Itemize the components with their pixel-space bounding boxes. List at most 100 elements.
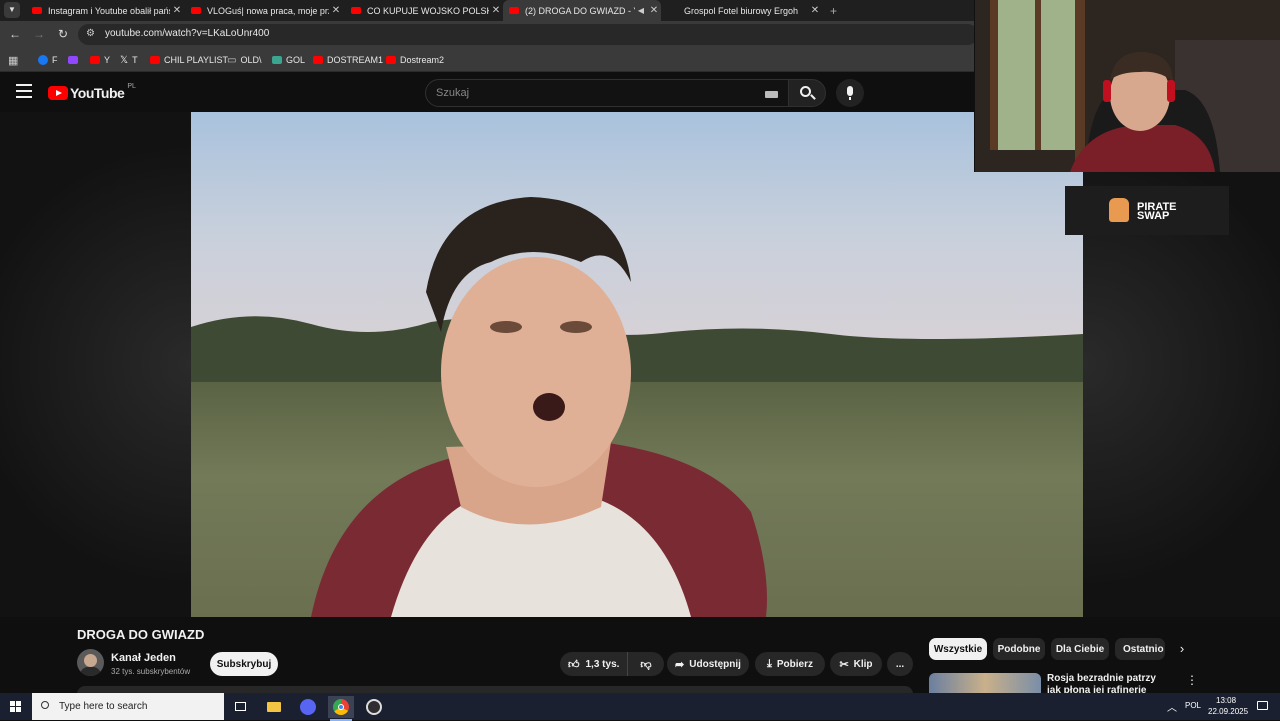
forward-icon[interactable]: →: [31, 26, 47, 42]
tab-title: CO KUPUJE WOJSKO POLSKIE?: [367, 5, 489, 16]
video-frame-image: [191, 112, 1083, 617]
discord-icon[interactable]: [297, 696, 319, 718]
webcam-image: [975, 0, 1280, 172]
task-view-icon[interactable]: [230, 696, 252, 718]
youtube-favicon-icon: [351, 7, 361, 14]
facebook-icon: [38, 55, 48, 65]
youtube-icon: [90, 56, 100, 64]
clip-button[interactable]: ✂ Klip: [830, 652, 882, 676]
voice-search-button[interactable]: [836, 79, 864, 107]
youtube-favicon-icon: [191, 7, 201, 14]
search-icon: [41, 701, 49, 709]
like-dislike-group: 👍︎ 1,3 tys. 👎︎: [560, 652, 664, 676]
windows-taskbar: Type here to search ︿ POL 13:08 22.09.20…: [0, 693, 1280, 721]
youtube-play-icon: [48, 86, 68, 100]
gol-icon: [272, 56, 282, 64]
hamburger-menu-icon[interactable]: [16, 84, 32, 98]
tab-instagram-youtube[interactable]: Instagram i Youtube obalił pańs ✕: [26, 0, 184, 21]
youtube-icon: [313, 56, 323, 64]
bookmark-folder-old[interactable]: ▭ OLD\: [227, 53, 261, 67]
youtube-logo[interactable]: YouTube PL: [48, 83, 136, 101]
youtube-icon: [386, 56, 396, 64]
sponsor-banner[interactable]: PIRATE SWAP: [1065, 186, 1229, 235]
twitch-icon: [68, 56, 78, 64]
youtube-favicon-icon: [32, 7, 42, 14]
recommended-thumbnail[interactable]: [929, 673, 1041, 695]
keyboard-icon[interactable]: [765, 91, 778, 98]
tab-wojsko[interactable]: CO KUPUJE WOJSKO POLSKIE? ✕: [345, 0, 503, 21]
windows-start-icon[interactable]: [10, 701, 22, 713]
thumbs-up-icon: 👍︎: [568, 658, 580, 671]
search-button[interactable]: [788, 79, 826, 107]
tab-vlogus[interactable]: VLOGuś| nowa praca, moje prze ✕: [185, 0, 343, 21]
chips-next-icon[interactable]: ›: [1174, 641, 1190, 657]
subscriber-count: 32 tys. subskrybentów: [111, 667, 191, 676]
webcam-overlay: [974, 0, 1280, 172]
chip-wszystkie[interactable]: Wszystkie: [929, 638, 987, 660]
share-icon: ➦: [675, 658, 685, 671]
chip-ostatnio[interactable]: Ostatnio: [1115, 638, 1165, 660]
chrome-icon[interactable]: [328, 696, 354, 721]
new-tab-button[interactable]: +: [824, 0, 844, 21]
tab-grospol[interactable]: Grospol Fotel biurowy Ergoh ✕: [664, 0, 822, 21]
subscribe-button[interactable]: Subskrybuj: [210, 652, 278, 676]
x-logo-icon: 𝕏: [120, 54, 129, 66]
file-explorer-icon[interactable]: [263, 696, 285, 718]
ambient-glow-left: [0, 112, 191, 617]
like-button[interactable]: 👍︎ 1,3 tys.: [560, 652, 628, 676]
bookmark-twitch[interactable]: [68, 53, 82, 67]
tray-expand-icon[interactable]: ︿: [1167, 699, 1177, 714]
youtube-favicon-icon: [509, 7, 519, 14]
close-tab-icon[interactable]: ✕: [170, 5, 184, 16]
bookmark-x[interactable]: 𝕏T: [120, 53, 138, 67]
bookmark-dostream1[interactable]: DOSTREAM1: [313, 53, 383, 67]
tab-title: Grospol Fotel biurowy Ergoh: [684, 5, 799, 16]
video-player[interactable]: [191, 112, 1083, 617]
recommended-menu-icon[interactable]: ⋮: [1186, 673, 1198, 687]
taskbar-search-input[interactable]: Type here to search: [32, 693, 224, 720]
youtube-icon: [150, 56, 160, 64]
tab-title: VLOGuś| nowa praca, moje prze: [207, 5, 329, 16]
tab-droga-do-gwiazd[interactable]: (2) DROGA DO GWIAZD - Y ◀ ✕: [503, 0, 661, 21]
dislike-button[interactable]: 👎︎: [628, 652, 664, 676]
tab-search-icon[interactable]: ▼: [4, 2, 20, 18]
bookmark-chil-playlist[interactable]: CHIL PLAYLIST: [150, 53, 228, 67]
close-tab-icon[interactable]: ✕: [489, 5, 503, 16]
bookmark-dostream2[interactable]: Dostream2: [386, 53, 444, 67]
pirate-logo-icon: [1109, 198, 1129, 222]
apps-grid-icon[interactable]: ▦: [8, 53, 18, 67]
microphone-icon: [847, 86, 853, 96]
search-input[interactable]: Szukaj: [425, 79, 789, 107]
tab-title: (2) DROGA DO GWIAZD - Y: [525, 5, 635, 16]
url-text: youtube.com/watch?v=LKaLoUnr400: [105, 28, 270, 39]
bookmark-gol[interactable]: GOL: [272, 53, 305, 67]
channel-avatar[interactable]: [77, 649, 104, 676]
bookmark-facebook[interactable]: F: [38, 53, 58, 67]
more-actions-button[interactable]: ...: [887, 652, 913, 676]
close-tab-icon[interactable]: ✕: [808, 5, 822, 16]
omnibox[interactable]: ⚙ youtube.com/watch?v=LKaLoUnr400: [78, 24, 978, 45]
language-indicator[interactable]: POL: [1185, 701, 1201, 710]
recommended-title[interactable]: Rosja bezradnie patrzy jak płoną jej raf…: [1047, 673, 1167, 693]
thumbs-down-icon: 👎︎: [640, 658, 652, 671]
clock-time[interactable]: 13:08: [1216, 696, 1236, 705]
site-info-icon[interactable]: ⚙: [86, 28, 95, 39]
close-tab-icon[interactable]: ✕: [647, 5, 661, 16]
chip-dla-ciebie[interactable]: Dla Ciebie: [1051, 638, 1109, 660]
bookmark-youtube[interactable]: Y: [90, 53, 110, 67]
share-button[interactable]: ➦ Udostępnij: [667, 652, 749, 676]
obs-icon[interactable]: [363, 696, 385, 718]
video-title: DROGA DO GWIAZD: [77, 627, 205, 642]
reload-icon[interactable]: ↻: [55, 26, 71, 42]
chip-podobne[interactable]: Podobne: [993, 638, 1045, 660]
close-tab-icon[interactable]: ✕: [329, 5, 343, 16]
clock-date[interactable]: 22.09.2025: [1208, 707, 1248, 716]
download-button[interactable]: ⤓ Pobierz: [755, 652, 825, 676]
tab-title: Instagram i Youtube obalił pańs: [48, 5, 170, 16]
back-icon[interactable]: ←: [7, 26, 23, 42]
notifications-icon[interactable]: [1257, 701, 1268, 710]
folder-icon: ▭: [227, 54, 237, 66]
speaker-icon[interactable]: ◀: [635, 6, 647, 15]
channel-name[interactable]: Kanał Jeden: [111, 652, 176, 664]
download-icon: ⤓: [767, 657, 772, 670]
